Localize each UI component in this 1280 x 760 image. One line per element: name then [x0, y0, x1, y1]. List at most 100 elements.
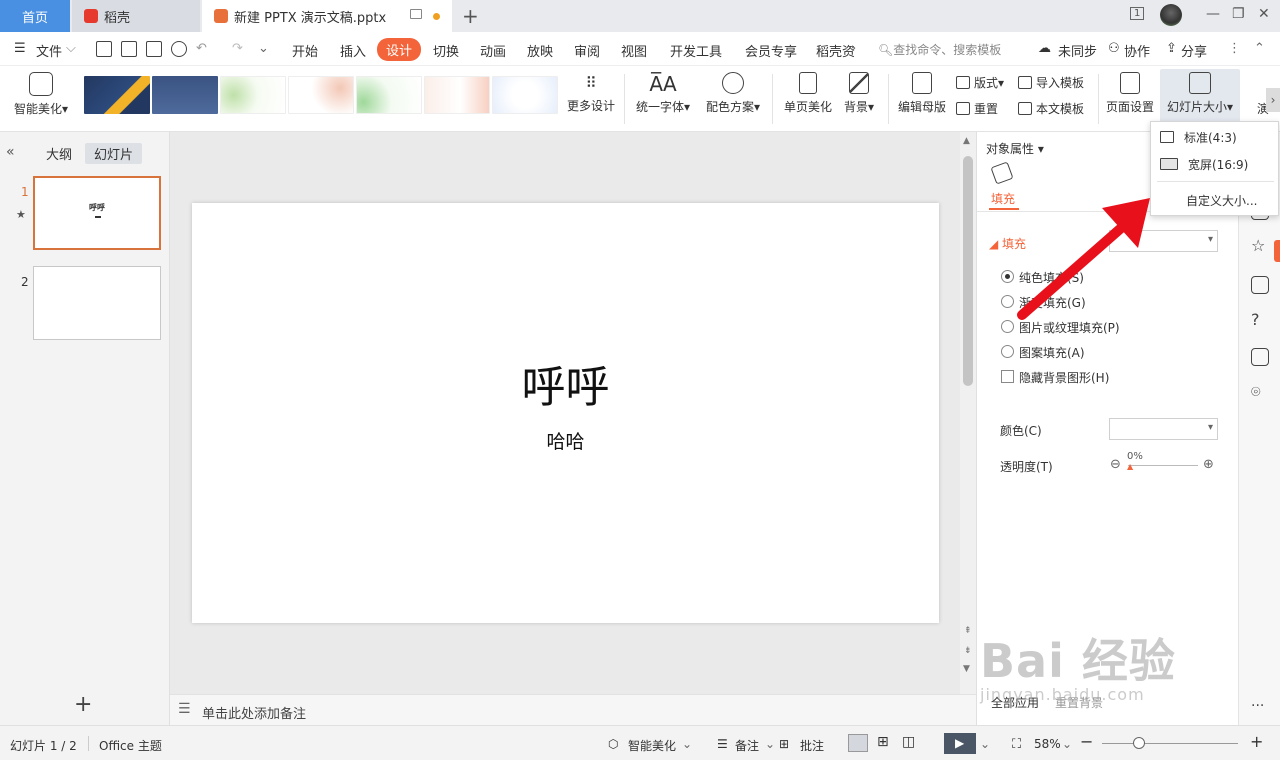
more-design-button[interactable]: ⠿ 更多设计 [564, 74, 618, 114]
template-thumb-5[interactable] [356, 76, 422, 114]
print-icon[interactable] [146, 41, 162, 57]
radio-pattern-fill[interactable] [1001, 345, 1014, 358]
import-template-button[interactable]: 导入模板 [1018, 74, 1084, 91]
play-slideshow-button[interactable]: ▶ [944, 733, 976, 754]
collapse-ribbon-icon[interactable]: ⌃ [1254, 41, 1265, 56]
page-beautify-button[interactable]: 单页美化 [780, 72, 836, 115]
template-thumb-1[interactable] [84, 76, 150, 114]
layout-button[interactable]: 版式 ▾ [956, 74, 1004, 91]
unify-font-button[interactable]: A̅A 统一字体▾ [632, 72, 694, 115]
page-setup-button[interactable]: 页面设置 [1102, 72, 1158, 115]
redo-icon[interactable]: ↷ [232, 41, 243, 56]
template-thumb-2[interactable] [152, 76, 218, 114]
star-animation-icon[interactable]: ☆ [1251, 236, 1265, 255]
reading-view-icon[interactable]: ◫ [902, 734, 915, 750]
fill-bucket-icon[interactable] [990, 161, 1014, 185]
color-scheme-button[interactable]: 配色方案▾ [702, 72, 764, 115]
menu-item-standard[interactable]: 标准(4:3) [1151, 124, 1280, 150]
chevron-down-icon[interactable]: ⌄ [682, 737, 692, 751]
scroll-up-icon[interactable]: ▲ [963, 136, 970, 146]
screen-icon[interactable] [410, 9, 422, 19]
menu-start[interactable]: 开始 [292, 41, 318, 60]
add-slide-button[interactable]: + [74, 692, 92, 717]
next-slide-icon[interactable]: ⇟ [964, 646, 972, 656]
cloud-sync-icon[interactable]: ☁ [1038, 41, 1051, 56]
slide-thumbnail-1[interactable]: 呼呼 [33, 176, 161, 250]
tab-daoke[interactable]: 稻壳 [72, 0, 200, 32]
this-template-button[interactable]: 本文模板 [1018, 100, 1084, 117]
play-dropdown-icon[interactable]: ⌄ [980, 737, 990, 751]
share-icon[interactable]: ⇪ [1166, 41, 1177, 56]
collapse-panel-icon[interactable]: « [6, 144, 15, 160]
transparency-plus-icon[interactable]: ⊕ [1203, 457, 1214, 472]
menu-more-chevron-icon[interactable]: › [851, 41, 856, 56]
export-pdf-icon[interactable] [121, 41, 137, 57]
backup-icon[interactable] [1251, 348, 1269, 366]
zoom-out-icon[interactable]: − [1080, 732, 1093, 751]
notes-toggle[interactable]: 备注 [735, 737, 759, 754]
restore-icon[interactable]: ❐ [1232, 6, 1245, 22]
unsync-label[interactable]: 未同步 [1058, 41, 1097, 60]
hide-bg-checkbox[interactable] [1001, 370, 1014, 383]
menu-animation[interactable]: 动画 [480, 41, 506, 60]
slide-title[interactable]: 呼呼 [192, 351, 939, 415]
scrollbar-thumb[interactable] [963, 156, 973, 386]
tab-slides[interactable]: 幻灯片 [85, 143, 143, 164]
scroll-down-icon[interactable]: ▼ [963, 664, 970, 674]
chevron-down-icon[interactable]: ⌵ [66, 41, 76, 56]
collab-icon[interactable]: ⚇ [1108, 41, 1120, 56]
reset-button[interactable]: 重置 [956, 100, 998, 117]
menu-item-custom-size[interactable]: 自定义大小... [1151, 187, 1280, 213]
slide-transition-icon[interactable] [1251, 276, 1269, 294]
menu-view[interactable]: 视图 [621, 41, 647, 60]
normal-view-icon[interactable] [848, 734, 868, 752]
menu-transition[interactable]: 切换 [433, 41, 459, 60]
color-select[interactable] [1109, 418, 1218, 440]
avatar[interactable] [1160, 4, 1182, 26]
tab-home[interactable]: 首页 [0, 0, 70, 32]
close-icon[interactable]: ✕ [1258, 6, 1270, 22]
help-icon[interactable]: ? [1251, 310, 1260, 329]
template-thumb-7[interactable] [492, 76, 558, 114]
sidebar-collapse-tab[interactable] [1274, 240, 1280, 262]
zoom-slider-handle[interactable] [1133, 737, 1145, 749]
tab-document[interactable]: 新建 PPTX 演示文稿.pptx [202, 0, 452, 32]
canvas-scrollbar[interactable]: ▲ ⇞ ⇟ ▼ [960, 132, 976, 694]
ribbon-scroll-right-icon[interactable]: › [1266, 88, 1280, 112]
print-preview-icon[interactable] [171, 41, 187, 57]
zoom-slider-track[interactable] [1102, 743, 1238, 744]
menu-item-widescreen[interactable]: 宽屏(16:9) [1151, 151, 1280, 177]
quick-access-dropdown-icon[interactable]: ⌄ [258, 41, 269, 56]
search-input[interactable]: 🔍︎查找命令、搜索模板 [878, 41, 1001, 58]
menu-insert[interactable]: 插入 [340, 41, 366, 60]
tab-outline[interactable]: 大纲 [46, 144, 72, 163]
notes-dropdown-icon[interactable]: ⌄ [765, 737, 775, 751]
slide-thumbnail-2[interactable] [33, 266, 161, 340]
slide-editor[interactable]: 呼呼 哈哈 [192, 203, 939, 623]
hamburger-icon[interactable]: ☰ [14, 41, 26, 56]
sorter-view-icon[interactable]: ⊞ [877, 734, 889, 750]
zoom-level[interactable]: 58% [1034, 737, 1061, 751]
template-thumb-4[interactable] [288, 76, 354, 114]
zoom-in-icon[interactable]: + [1250, 732, 1263, 751]
slide-subtitle[interactable]: 哈哈 [192, 427, 939, 454]
more-icon[interactable]: ··· [1251, 698, 1264, 714]
undo-icon[interactable]: ↶ [196, 41, 207, 56]
minimize-icon[interactable]: — [1206, 6, 1220, 22]
slide-size-button[interactable]: 幻灯片大小▾ [1160, 69, 1240, 125]
background-button[interactable]: 背景▾ [840, 72, 878, 115]
transparency-minus-icon[interactable]: ⊖ [1110, 457, 1121, 472]
location-icon[interactable]: ⌾ [1251, 382, 1261, 402]
menu-slideshow[interactable]: 放映 [527, 41, 553, 60]
transparency-slider-handle[interactable]: ▲ [1127, 462, 1133, 471]
comments-toggle[interactable]: 批注 [800, 737, 824, 754]
zoom-dropdown-icon[interactable]: ⌄ [1062, 737, 1072, 751]
smart-beautify-button[interactable]: 智能美化▾ [8, 72, 74, 117]
template-thumb-6[interactable] [424, 76, 490, 114]
notes-pane[interactable]: ☰ 单击此处添加备注 [170, 694, 976, 725]
collab-button[interactable]: 协作 [1124, 41, 1150, 60]
status-smart-beautify[interactable]: 智能美化 [628, 737, 676, 754]
menu-design[interactable]: 设计 [377, 38, 422, 61]
edit-master-button[interactable]: 编辑母版 [894, 72, 950, 115]
menu-member[interactable]: 会员专享 [745, 41, 797, 60]
